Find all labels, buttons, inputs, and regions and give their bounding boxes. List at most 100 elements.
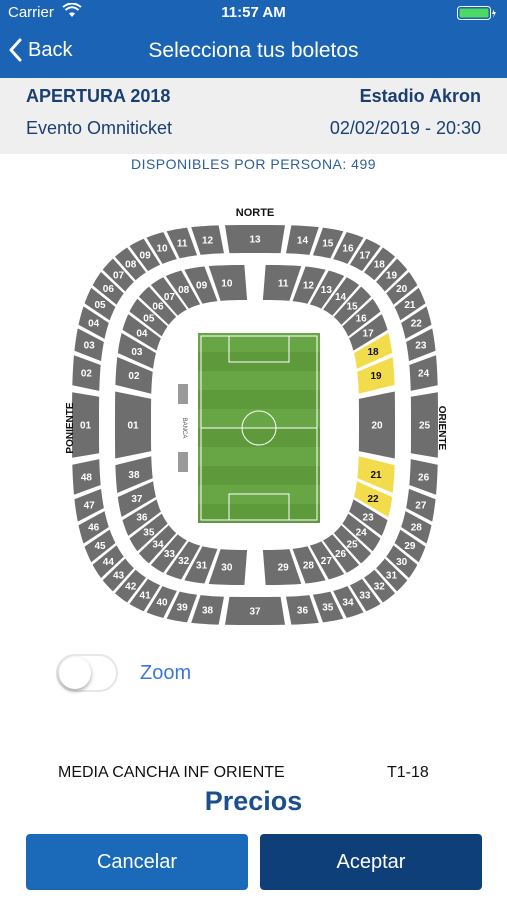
event-venue: Estadio Akron [359,86,481,106]
upper-section-label: 33 [359,591,371,602]
upper-section-label: 39 [177,603,189,614]
lower-section-label: 32 [178,556,190,567]
lower-section-label: 12 [303,281,315,292]
upper-section-label: 04 [88,318,100,329]
upper-section-label: 46 [88,523,100,534]
back-button[interactable]: Back [8,38,72,62]
battery-icon [457,6,496,20]
lower-section-label: 33 [164,549,176,560]
upper-section-label: 12 [202,235,214,246]
upper-section-label: 48 [81,473,93,484]
bench-label: BANCA [181,418,187,439]
bench-box [178,384,188,404]
lower-section-label: 10 [221,278,233,289]
lower-section-label: 25 [346,539,358,550]
upper-section-label: 18 [374,260,386,271]
lower-section-label: 05 [143,314,155,325]
lower-section-label: 14 [335,292,347,303]
east-label: ORIENTE [436,406,447,451]
upper-section-label: 37 [249,607,261,618]
upper-section-label: 38 [202,606,214,617]
upper-section-label: 20 [396,284,408,295]
lower-section-label: 09 [196,281,208,292]
chevron-left-icon [9,38,22,62]
upper-section-label: 02 [81,368,93,379]
lower-section-label: 22 [368,494,380,505]
upper-section-label: 17 [359,250,371,261]
page-title: Selecciona tus boletos [148,39,359,62]
lower-section-label: 27 [321,556,333,567]
lower-section-label: 23 [363,513,375,524]
lower-section-label: 16 [356,314,368,325]
lower-section-label: 31 [196,560,208,571]
upper-section-label: 35 [322,603,334,614]
accept-button[interactable]: Aceptar [260,834,482,890]
upper-section-label: 16 [342,243,354,254]
pitch-stripe [198,447,320,466]
selected-section-name: MEDIA CANCHA INF ORIENTE [58,764,285,781]
lower-section-label: 34 [152,539,164,550]
lower-section-label: 24 [356,527,368,538]
toggle-knob [59,657,91,689]
upper-section-label: 36 [297,606,309,617]
upper-section-label: 08 [125,260,137,271]
zoom-toggle[interactable] [56,654,118,692]
lower-section-label: 07 [164,292,176,303]
upper-section-label: 47 [84,500,96,511]
cancel-button[interactable]: Cancelar [26,834,248,890]
upper-section-label: 40 [156,598,168,609]
upper-section-label: 03 [84,341,96,352]
lower-section-label: 11 [278,278,289,289]
upper-section-label: 44 [103,557,115,568]
lower-section-label: 15 [346,302,358,313]
lower-section-label: 37 [131,494,143,505]
upper-section-label: 15 [322,238,334,249]
lower-section-label: 19 [370,371,382,382]
upper-section-label: 32 [374,581,386,592]
upper-section-label: 05 [95,300,107,311]
upper-section-label: 25 [419,421,431,432]
lower-section-label: 06 [152,302,164,313]
upper-section-label: 19 [386,271,398,282]
upper-section-label: 43 [113,570,125,581]
upper-section-label: 45 [95,541,107,552]
upper-section-label: 34 [342,598,354,609]
lower-section-label: 28 [303,560,315,571]
lower-section-label: 18 [368,347,380,358]
selected-section-code: T1-18 [387,764,429,781]
lower-section-label: 03 [131,347,143,358]
upper-section-label: 01 [80,421,92,432]
bench-box [178,452,188,472]
lower-section-label: 26 [335,549,347,560]
lower-section-label: 17 [363,328,375,339]
lower-section-label: 21 [370,470,382,481]
upper-section-label: 22 [411,318,423,329]
lower-section-label: 36 [136,513,148,524]
lower-section-label: 38 [128,470,140,481]
upper-section-label: 10 [156,243,168,254]
upper-section-label: 28 [411,523,423,534]
upper-section-label: 06 [103,284,115,295]
upper-section-label: 21 [404,300,416,311]
upper-section-label: 14 [297,235,309,246]
lower-section-label: 20 [371,421,383,432]
lower-section-label: 13 [321,285,333,296]
status-bar: Carrier 11:57 AM [0,0,507,26]
upper-section-label: 30 [396,557,408,568]
zoom-label: Zoom [140,662,192,684]
upper-section-label: 07 [113,271,125,282]
event-subtitle: Evento Omniticket [26,118,173,138]
clock: 11:57 AM [221,4,286,21]
lower-section-label: 30 [221,563,233,574]
lower-section-label: 04 [136,328,148,339]
event-header: APERTURA 2018 Estadio Akron Evento Omnit… [0,78,507,154]
pitch-stripe [198,371,320,390]
pitch-stripe [198,409,320,428]
back-label: Back [28,38,73,61]
lower-section-label: 01 [127,421,139,432]
upper-section-label: 31 [386,570,398,581]
event-name: APERTURA 2018 [26,86,171,106]
west-label: PONIENTE [65,402,76,453]
lower-section-label: 35 [143,527,155,538]
lower-section-label: 08 [178,285,190,296]
